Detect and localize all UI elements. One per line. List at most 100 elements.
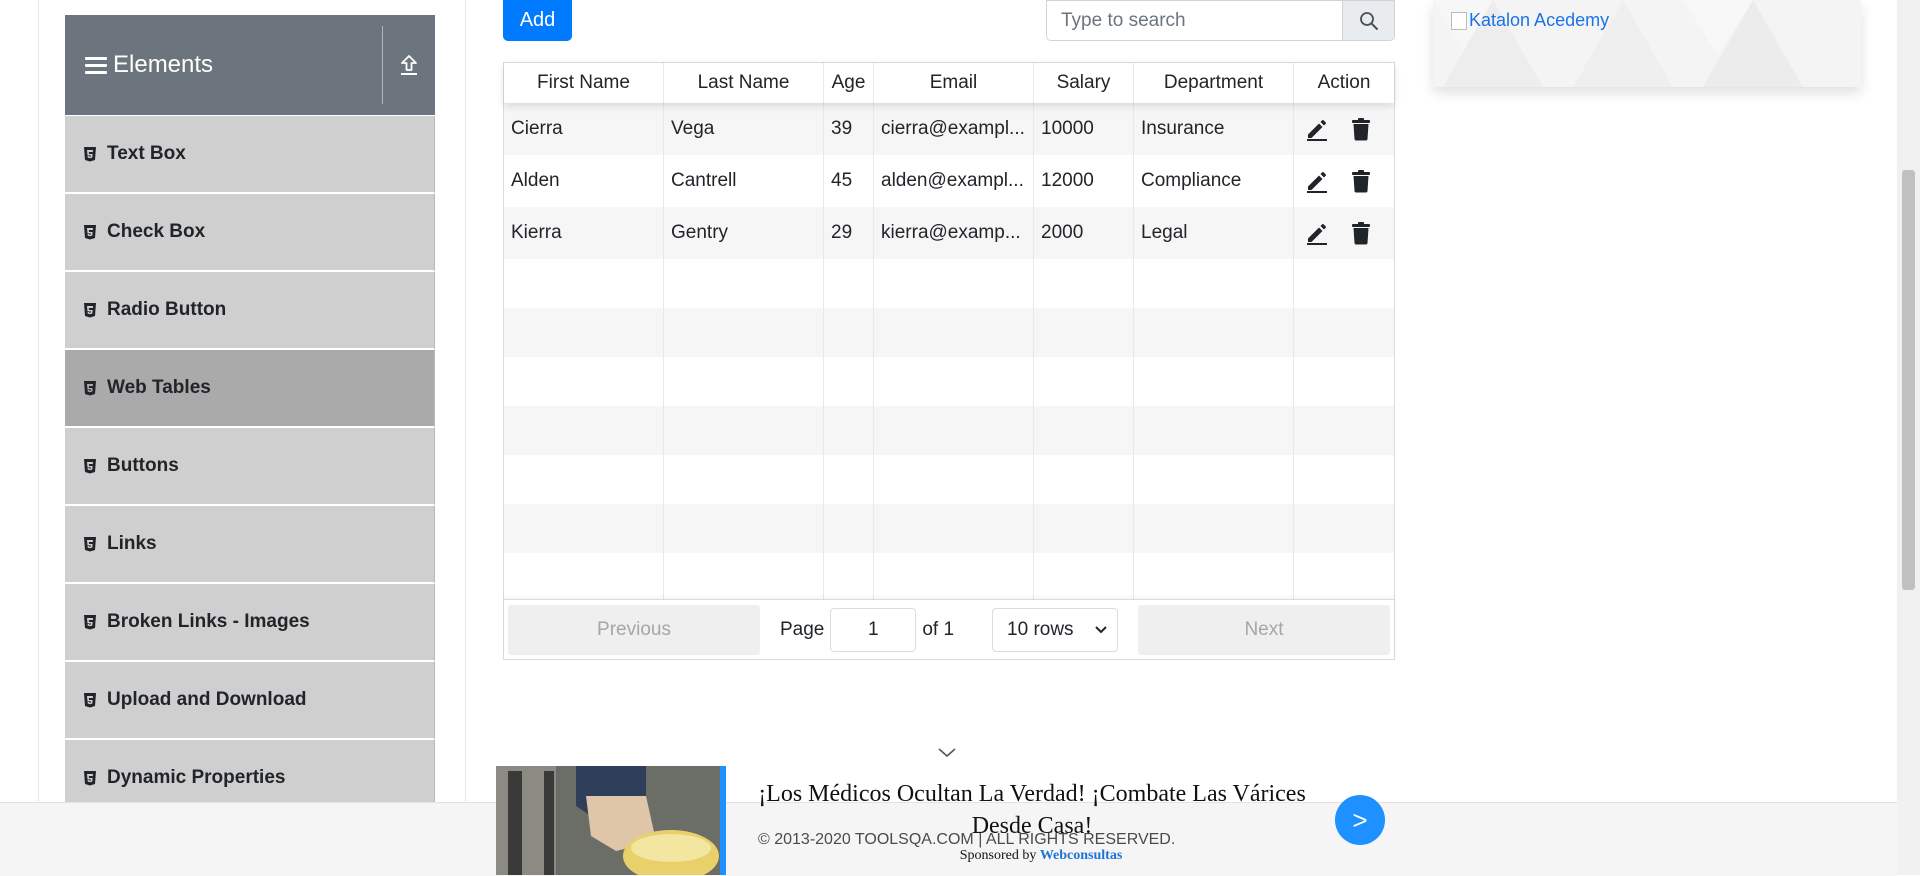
- sidebar-item-label: Radio Button: [107, 299, 227, 320]
- search-icon: [1359, 11, 1378, 30]
- ad-collapse-chevron[interactable]: [937, 746, 957, 764]
- column-header-last-name[interactable]: Last Name: [664, 63, 824, 103]
- cell-action: [1294, 207, 1394, 259]
- edit-icon[interactable]: [1304, 168, 1330, 194]
- sidebar-menu: Text Box Check Box Radio Button Web Tabl…: [65, 116, 435, 818]
- edit-icon[interactable]: [1304, 116, 1330, 142]
- sidebar-item-broken-links[interactable]: Broken Links - Images: [65, 584, 435, 662]
- cell-department: Legal: [1134, 207, 1294, 259]
- html5-icon: [83, 146, 97, 162]
- page-info: Page of 1 10 rows: [760, 607, 1138, 652]
- column-header-department[interactable]: Department: [1134, 63, 1294, 103]
- cell-age: 39: [824, 103, 874, 155]
- cell-action: [1294, 103, 1394, 155]
- cell-action: [1294, 155, 1394, 207]
- elements-title: Elements: [113, 51, 214, 78]
- sidebar-item-links[interactable]: Links: [65, 506, 435, 584]
- elements-group-header[interactable]: Elements: [65, 15, 435, 115]
- sidebar-item-label: Buttons: [107, 455, 179, 476]
- upload-arrow-icon: [401, 55, 417, 75]
- broken-image-icon: [1451, 11, 1467, 30]
- table-row-empty: [504, 504, 1394, 553]
- table-row: Cierra Vega 39 cierra@exampl... 10000 In…: [504, 103, 1394, 155]
- sidebar-item-label: Text Box: [107, 143, 186, 164]
- add-button[interactable]: Add: [503, 0, 572, 41]
- sidebar-item-buttons[interactable]: Buttons: [65, 428, 435, 506]
- html5-icon: [83, 380, 97, 396]
- rows-per-page-select[interactable]: 10 rows: [992, 607, 1119, 652]
- cell-last-name: Cantrell: [664, 155, 824, 207]
- search-input[interactable]: [1047, 1, 1342, 40]
- sidebar-item-text-box[interactable]: Text Box: [65, 116, 435, 194]
- table-row-empty: [504, 308, 1394, 357]
- bottom-ad-banner[interactable]: ¡Los Médicos Ocultan La Verdad! ¡Combate…: [496, 766, 1390, 875]
- search-box: [1046, 0, 1395, 41]
- next-button[interactable]: Next: [1138, 604, 1390, 655]
- sidebar-item-label: Check Box: [107, 221, 206, 242]
- column-header-action[interactable]: Action: [1294, 63, 1394, 103]
- hamburger-icon: [85, 53, 107, 78]
- table-row: Kierra Gentry 29 kierra@examp... 2000 Le…: [504, 207, 1394, 259]
- previous-button[interactable]: Previous: [508, 604, 760, 655]
- sidebar-item-label: Links: [107, 533, 157, 554]
- table-row-empty: [504, 553, 1394, 602]
- sidebar-item-label: Dynamic Properties: [107, 767, 286, 788]
- html5-icon: [83, 614, 97, 630]
- pagination-bar: Previous Page of 1 10 rows Next: [504, 599, 1394, 659]
- column-header-age[interactable]: Age: [824, 63, 874, 103]
- katalon-academy-link[interactable]: Katalon Acedemy: [1451, 10, 1609, 31]
- cell-age: 29: [824, 207, 874, 259]
- table-row-empty: [504, 357, 1394, 406]
- sidebar-item-label: Upload and Download: [107, 689, 307, 710]
- ad-sponsor-name: Webconsultas: [1039, 848, 1123, 863]
- html5-icon: [83, 458, 97, 474]
- table-row-empty: [504, 259, 1394, 308]
- html5-icon: [83, 224, 97, 240]
- sidebar-item-check-box[interactable]: Check Box: [65, 194, 435, 272]
- right-ad-banner: Katalon Acedemy: [1433, 0, 1861, 87]
- sidebar-item-upload-download[interactable]: Upload and Download: [65, 662, 435, 740]
- cell-salary: 10000: [1034, 103, 1134, 155]
- sidebar-item-web-tables[interactable]: Web Tables: [65, 350, 435, 428]
- rows-per-page-value: 10 rows: [1007, 618, 1074, 640]
- search-button[interactable]: [1342, 1, 1394, 40]
- delete-icon[interactable]: [1348, 168, 1374, 194]
- chevron-down-icon: [1095, 625, 1107, 633]
- table-body: Cierra Vega 39 cierra@exampl... 10000 In…: [504, 103, 1394, 602]
- cell-first-name: Kierra: [504, 207, 664, 259]
- sidebar-item-label: Web Tables: [107, 377, 211, 398]
- column-header-email[interactable]: Email: [874, 63, 1034, 103]
- page-scrollbar[interactable]: [1897, 0, 1920, 875]
- delete-icon[interactable]: [1348, 116, 1374, 142]
- cell-email: kierra@examp...: [874, 207, 1034, 259]
- scrollbar-thumb[interactable]: [1902, 170, 1915, 590]
- cell-department: Compliance: [1134, 155, 1294, 207]
- table-row: Alden Cantrell 45 alden@exampl... 12000 …: [504, 155, 1394, 207]
- chevron-down-icon: [938, 748, 956, 758]
- sidebar-item-radio-button[interactable]: Radio Button: [65, 272, 435, 350]
- delete-icon[interactable]: [1348, 220, 1374, 246]
- html5-icon: [83, 536, 97, 552]
- cell-last-name: Vega: [664, 103, 824, 155]
- cell-email: alden@exampl...: [874, 155, 1034, 207]
- page-number-input[interactable]: [830, 607, 917, 652]
- ad-next-button[interactable]: >: [1335, 795, 1385, 845]
- cell-salary: 12000: [1034, 155, 1134, 207]
- page-label: Page: [779, 618, 825, 640]
- ad-image: [496, 766, 726, 875]
- cell-first-name: Cierra: [504, 103, 664, 155]
- cell-email: cierra@exampl...: [874, 103, 1034, 155]
- ad-photo: [496, 766, 720, 875]
- collapse-toggle[interactable]: [383, 15, 435, 115]
- cell-first-name: Alden: [504, 155, 664, 207]
- cell-salary: 2000: [1034, 207, 1134, 259]
- html5-icon: [83, 770, 97, 786]
- column-header-first-name[interactable]: First Name: [504, 63, 664, 103]
- html5-icon: [83, 302, 97, 318]
- edit-icon[interactable]: [1304, 220, 1330, 246]
- cell-department: Insurance: [1134, 103, 1294, 155]
- cell-last-name: Gentry: [664, 207, 824, 259]
- table-row-empty: [504, 455, 1394, 504]
- column-header-salary[interactable]: Salary: [1034, 63, 1134, 103]
- ad-sponsor-prefix: Sponsored by: [959, 848, 1037, 863]
